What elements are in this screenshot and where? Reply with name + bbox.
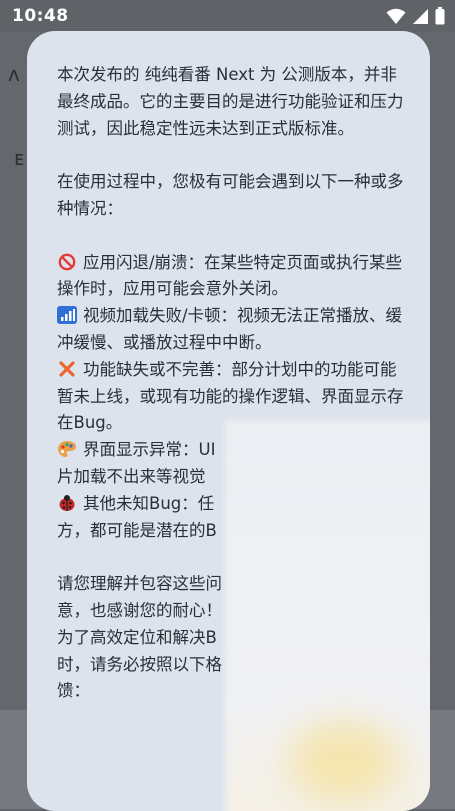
status-bar: 10:48	[0, 0, 455, 32]
status-time: 10:48	[12, 6, 69, 26]
signal-bars-icon	[57, 306, 77, 325]
issue-item-video: 视频加载失败/卡顿：视频无法正常播放、缓冲缓慢、或播放过程中中断。	[57, 303, 407, 357]
issue-text: 其他未知Bug：任	[83, 493, 215, 513]
paint-palette-icon	[57, 440, 77, 458]
background-text-glyph: ᴇ	[14, 146, 24, 170]
privacy-blur-glow	[289, 721, 399, 801]
prohibited-icon	[57, 253, 77, 271]
status-icons	[386, 7, 445, 25]
issue-text-line2: 片加载不出来等视觉	[57, 466, 206, 486]
issue-text: 视频加载失败/卡顿：视频无法正常播放、缓冲缓慢、或播放过程中中断。	[57, 306, 403, 352]
background-back-glyph: ʌ	[8, 62, 20, 86]
battery-icon	[435, 7, 445, 25]
issue-text-line2: 方，都可能是潜在的B	[57, 520, 217, 540]
cellular-signal-icon	[412, 8, 429, 25]
issue-text: 界面显示异常：UI	[83, 440, 216, 460]
ladybug-icon	[57, 494, 77, 512]
beta-notice-dialog: 本次发布的 纯纯看番 Next 为 公测版本，并非最终成品。它的主要目的是进行功…	[27, 31, 430, 811]
lead-paragraph: 在使用过程中，您极有可能会遇到以下一种或多种情况：	[57, 172, 404, 218]
wifi-icon	[386, 8, 406, 25]
issue-text: 应用闪退/崩溃：在某些特定页面或执行某些操作时，应用可能会意外关闭。	[57, 252, 403, 299]
issue-item-crash: 应用闪退/崩溃：在某些特定页面或执行某些操作时，应用可能会意外关闭。	[57, 250, 407, 304]
cross-mark-icon	[57, 360, 77, 378]
intro-paragraph: 本次发布的 纯纯看番 Next 为 公测版本，并非最终成品。它的主要目的是进行功…	[57, 65, 404, 138]
